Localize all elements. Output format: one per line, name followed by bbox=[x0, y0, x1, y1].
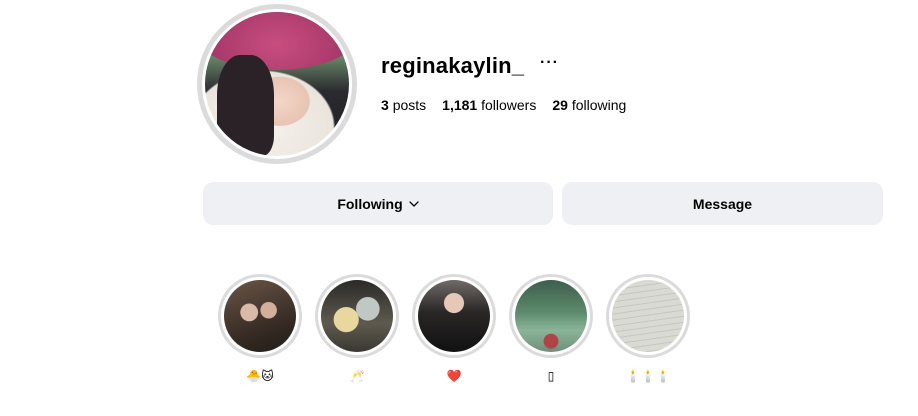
highlight-cover bbox=[612, 280, 684, 352]
message-button[interactable]: Message bbox=[562, 182, 883, 225]
story-highlight[interactable]: ▯ bbox=[509, 274, 593, 384]
posts-stat: 3 posts bbox=[381, 97, 426, 113]
chevron-down-icon bbox=[409, 200, 419, 207]
highlight-cover bbox=[321, 280, 393, 352]
posts-count: 3 bbox=[381, 97, 389, 113]
message-button-label: Message bbox=[692, 195, 753, 212]
highlight-label: 🕯️🕯️🕯️ bbox=[625, 369, 671, 383]
following-button-label: Following bbox=[337, 195, 403, 212]
story-highlight[interactable]: 🐣🐱 bbox=[218, 274, 302, 384]
following-button[interactable]: Following bbox=[203, 182, 553, 225]
following-stat[interactable]: 29 following bbox=[552, 97, 626, 113]
story-highlight[interactable]: ❤️ bbox=[412, 274, 496, 384]
profile-avatar[interactable] bbox=[197, 4, 357, 164]
profile-stats: 3 posts 1,181 followers 29 following bbox=[381, 97, 626, 113]
highlight-cover bbox=[515, 280, 587, 352]
followers-count: 1,181 bbox=[442, 97, 478, 113]
ellipsis-icon[interactable]: ··· bbox=[540, 54, 559, 72]
story-highlight[interactable]: 🕯️🕯️🕯️ bbox=[606, 274, 690, 384]
followers-stat[interactable]: 1,181 followers bbox=[442, 97, 536, 113]
highlight-label: 🥂 bbox=[349, 369, 365, 383]
posts-label: posts bbox=[392, 97, 427, 113]
followers-label: followers bbox=[481, 97, 537, 113]
profile-page: reginakaylin_ ··· 3 posts 1,181 follower… bbox=[0, 0, 918, 416]
following-count: 29 bbox=[552, 97, 568, 113]
profile-username: reginakaylin_ bbox=[381, 53, 525, 78]
highlight-label: ▯ bbox=[547, 369, 555, 383]
highlight-label: 🐣🐱 bbox=[246, 369, 274, 383]
story-highlight[interactable]: 🥂 bbox=[315, 274, 399, 384]
highlight-label: ❤️ bbox=[446, 369, 462, 383]
avatar-photo bbox=[205, 12, 349, 156]
following-label: following bbox=[571, 97, 627, 113]
highlight-cover bbox=[418, 280, 490, 352]
highlight-cover bbox=[224, 280, 296, 352]
